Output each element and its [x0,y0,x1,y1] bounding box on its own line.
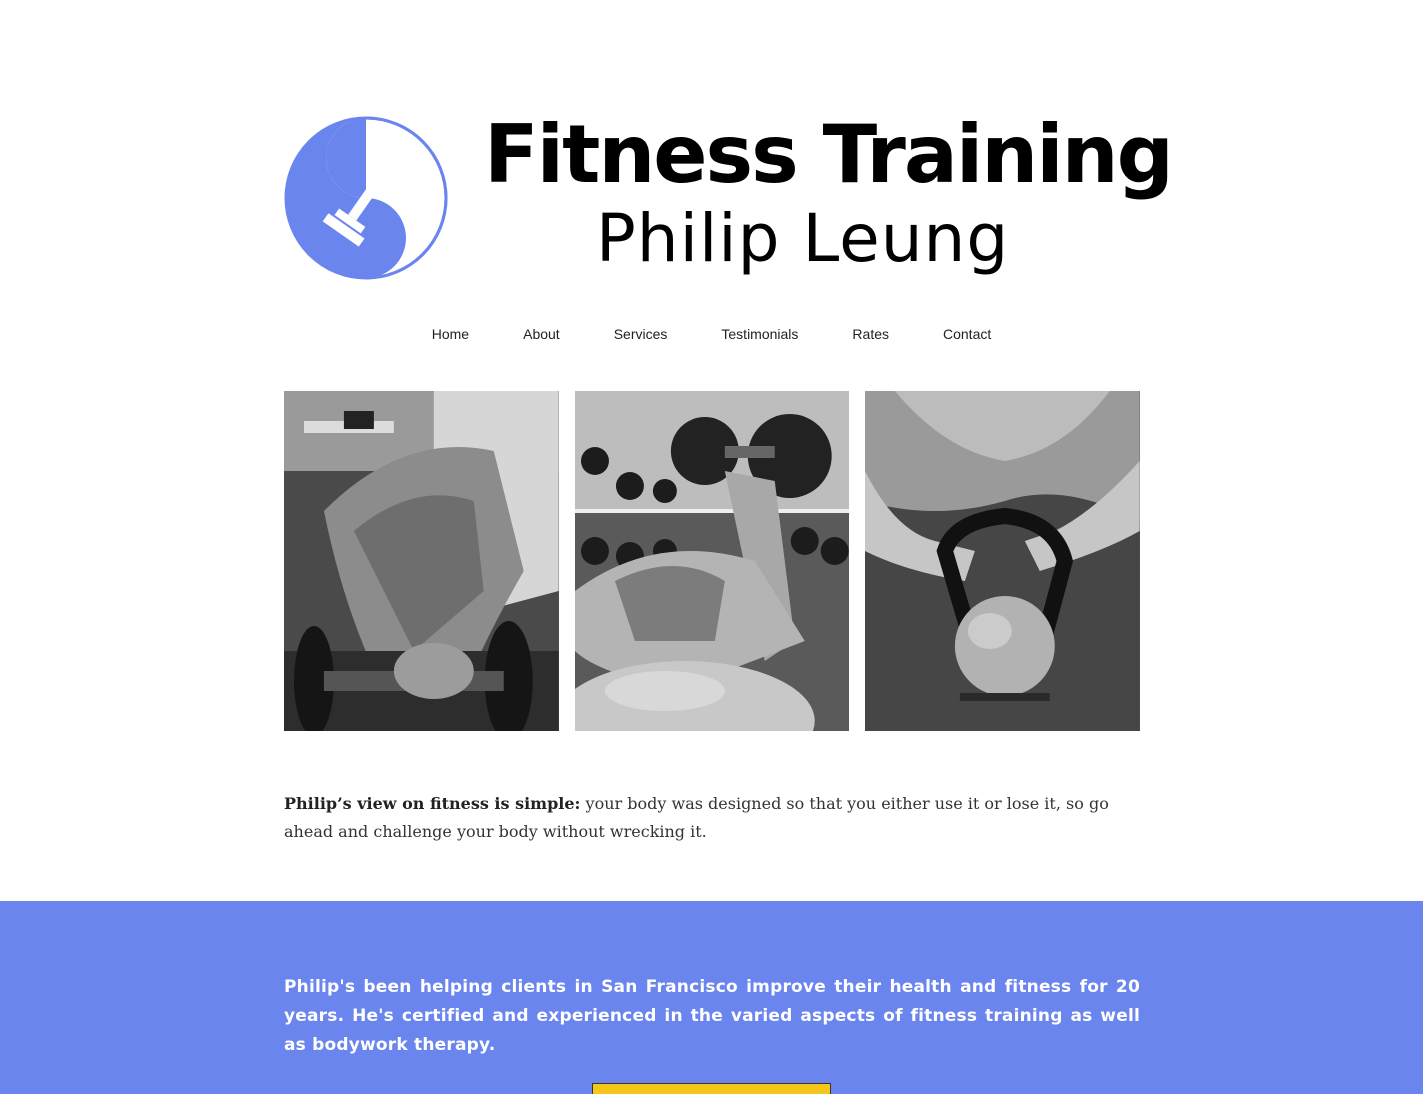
dumbbell-raise-photo [284,391,559,731]
site-subtitle: Philip Leung [596,200,1010,277]
nav-contact[interactable]: Contact [943,326,991,342]
site-header: Fitness Training Philip Leung [284,108,1174,286]
intro-lead: Philip’s view on fitness is simple: [284,794,581,813]
kettlebell-photo [865,391,1141,731]
nav-home[interactable]: Home [432,326,469,342]
cta-button[interactable] [592,1083,831,1094]
intro-paragraph: Philip’s view on fitness is simple: your… [284,790,1144,846]
site-title: Fitness Training [484,108,1174,201]
about-band: Philip's been helping clients in San Fra… [0,901,1423,1094]
photo-gallery [284,391,1141,731]
nav-services[interactable]: Services [614,326,668,342]
dumbbell-curl-on-ball-photo [574,391,850,731]
nav-rates[interactable]: Rates [852,326,889,342]
main-nav: Home About Services Testimonials Rates C… [0,326,1423,342]
nav-about[interactable]: About [523,326,560,342]
yin-yang-dumbbell-icon[interactable] [284,116,448,280]
nav-testimonials[interactable]: Testimonials [721,326,798,342]
about-band-text: Philip's been helping clients in San Fra… [284,977,1140,1055]
